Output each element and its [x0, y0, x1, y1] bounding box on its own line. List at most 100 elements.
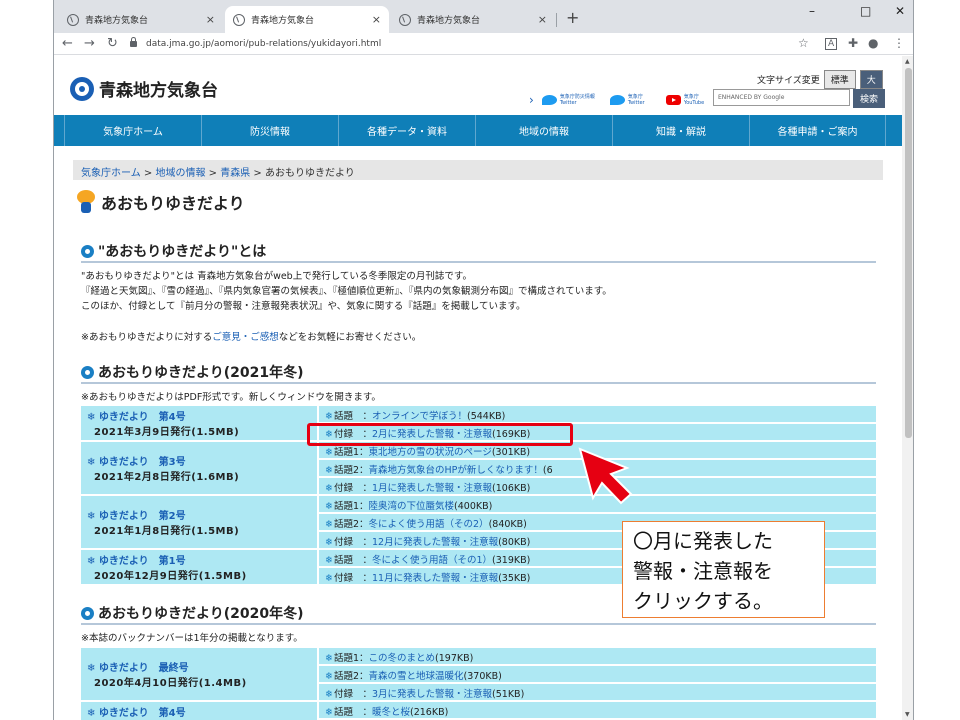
- item-label: 付録 ：: [333, 689, 372, 700]
- snowflake-icon: ❄: [325, 519, 333, 530]
- tab-title: 青森地方気象台: [251, 16, 315, 26]
- heading-text: "あおもりゆきだより"とは: [98, 244, 267, 260]
- issue-link[interactable]: ❄ ゆきだより 第1号: [87, 552, 311, 567]
- search-input[interactable]: ENHANCED BY Google: [713, 89, 850, 106]
- tab-title: 青森地方気象台: [417, 16, 481, 26]
- site-search: ENHANCED BY Google 検索: [713, 89, 886, 108]
- snowflake-icon: ❄: [325, 707, 333, 718]
- snowflake-icon: ❄: [325, 555, 333, 566]
- font-large-button[interactable]: 大: [859, 70, 883, 89]
- scroll-down-icon[interactable]: ▼: [905, 711, 910, 718]
- item-link[interactable]: 12月に発表した警報・注意報: [372, 537, 498, 548]
- twitter-bousai-link[interactable]: 気象庁防災情報 Twitter: [541, 94, 600, 106]
- close-window-button[interactable]: ✕: [895, 4, 905, 18]
- item-size: (216KB): [410, 707, 449, 718]
- mascot-icon: [75, 190, 97, 214]
- item-link[interactable]: 3月に発表した警報・注意報: [372, 689, 492, 700]
- nav-data[interactable]: 各種データ・資料: [338, 115, 475, 146]
- tab-3[interactable]: 青森地方気象台 ×: [391, 6, 555, 33]
- extension-icon[interactable]: A: [825, 38, 838, 50]
- item-label: 話題2：: [333, 465, 369, 476]
- breadcrumb-separator: >: [250, 168, 265, 179]
- issue-item: ❄話題2：青森の雪と地球温暖化(370KB): [319, 666, 876, 682]
- vertical-scrollbar[interactable]: ▲ ▼: [902, 56, 913, 720]
- breadcrumb-jma-home[interactable]: 気象庁ホーム: [81, 168, 141, 179]
- new-tab-button[interactable]: +: [566, 8, 579, 27]
- scrollbar-thumb[interactable]: [905, 68, 912, 438]
- issue-item: ❄話題 ：オンラインで学ぼう！(544KB): [319, 406, 876, 422]
- breadcrumb-aomori[interactable]: 青森県: [220, 168, 250, 179]
- profile-icon[interactable]: ●: [868, 36, 878, 50]
- nav-disaster-info[interactable]: 防災情報: [201, 115, 338, 146]
- item-size: (80KB): [498, 537, 531, 548]
- minimize-button[interactable]: –: [809, 4, 815, 18]
- nav-jma-home[interactable]: 気象庁ホーム: [64, 115, 201, 146]
- close-icon[interactable]: ×: [372, 13, 381, 26]
- item-label: 話題 ：: [333, 555, 372, 566]
- jma-logo-icon: [70, 76, 94, 101]
- item-link[interactable]: 青森の雪と地球温暖化: [369, 671, 464, 682]
- tab-1[interactable]: 青森地方気象台 ×: [59, 6, 223, 33]
- nav-knowledge[interactable]: 知識・解説: [612, 115, 749, 146]
- heading-underline: [81, 382, 876, 384]
- item-link[interactable]: 冬によく使う用語（その1）: [372, 555, 492, 566]
- tab-2[interactable]: 青森地方気象台 ×: [225, 6, 389, 33]
- youtube-link[interactable]: 気象庁 YouTube: [665, 94, 712, 106]
- issue-link[interactable]: ❄ ゆきだより 第4号: [87, 408, 311, 423]
- font-standard-button[interactable]: 標準: [823, 70, 856, 89]
- item-label: 付録 ：: [333, 537, 372, 548]
- close-icon[interactable]: ×: [538, 13, 547, 26]
- close-icon[interactable]: ×: [206, 13, 215, 26]
- item-size: (544KB): [467, 411, 506, 422]
- issue-link[interactable]: ❄ ゆきだより 第4号: [87, 704, 311, 719]
- item-link[interactable]: 青森地方気象台のHPが新しくなります！: [369, 465, 543, 476]
- menu-icon[interactable]: ⋮: [893, 36, 905, 50]
- forward-button[interactable]: →: [84, 36, 95, 51]
- item-link[interactable]: 暖冬と桜: [372, 707, 410, 718]
- nav-applications[interactable]: 各種申請・ご案内: [749, 115, 886, 146]
- item-link[interactable]: 1月に発表した警報・注意報: [372, 483, 492, 494]
- issue-date: 2021年2月8日発行(1.6MB): [94, 472, 240, 483]
- bullet-icon: [81, 244, 94, 258]
- reload-button[interactable]: ↻: [107, 36, 118, 51]
- item-link[interactable]: 東北地方の雪の状況のページ: [369, 447, 492, 458]
- issue-link[interactable]: ❄ ゆきだより 最終号: [87, 659, 311, 674]
- snowflake-icon: ❄: [87, 511, 99, 522]
- browser-toolbar: ← → ↻ data.jma.go.jp/aomori/pub-relation…: [54, 33, 913, 55]
- pointer-arrow-icon: [578, 447, 633, 505]
- issue-link[interactable]: ❄ ゆきだより 第2号: [87, 507, 311, 522]
- scroll-up-icon[interactable]: ▲: [905, 58, 910, 65]
- issue-item: ❄付録 ：3月に発表した警報・注意報(51KB): [319, 684, 876, 700]
- item-link[interactable]: オンラインで学ぼう！: [372, 411, 467, 422]
- font-size-label: 文字サイズ変更: [757, 76, 820, 86]
- nav-regional-info[interactable]: 地域の情報: [475, 115, 612, 146]
- item-link[interactable]: この冬のまとめ: [369, 653, 436, 664]
- breadcrumb: 気象庁ホーム > 地域の情報 > 青森県 > あおもりゆきだより: [73, 160, 883, 180]
- item-label: 話題2：: [333, 671, 369, 682]
- item-label: 話題2：: [333, 519, 369, 530]
- puzzle-icon[interactable]: ✚: [848, 36, 858, 50]
- item-link[interactable]: 11月に発表した警報・注意報: [372, 573, 498, 584]
- snowflake-icon: ❄: [325, 447, 333, 458]
- site-logo[interactable]: 青森地方気象台: [70, 76, 218, 101]
- address-bar[interactable]: data.jma.go.jp/aomori/pub-relations/yuki…: [130, 35, 817, 53]
- snowflake-icon: ❄: [325, 501, 333, 512]
- snowflake-icon: ❄: [87, 663, 99, 674]
- bookmark-star-icon[interactable]: ☆: [798, 36, 809, 50]
- twitter-jma-link[interactable]: 気象庁 Twitter: [609, 94, 656, 106]
- lock-icon: [130, 37, 137, 47]
- issue-group: ❄ ゆきだより 第4号 ❄話題 ：暖冬と桜(216KB): [81, 702, 876, 720]
- item-link[interactable]: 冬によく使う用語（その2）: [369, 519, 489, 530]
- highlight-box: [307, 423, 573, 446]
- url-text: data.jma.go.jp/aomori/pub-relations/yuki…: [146, 39, 382, 49]
- breadcrumb-regional[interactable]: 地域の情報: [155, 168, 205, 179]
- search-button[interactable]: 検索: [853, 89, 886, 108]
- issue-link[interactable]: ❄ ゆきだより 第3号: [87, 453, 311, 468]
- item-label: 話題1：: [333, 447, 369, 458]
- tab-separator: [556, 13, 557, 27]
- maximize-button[interactable]: □: [860, 4, 871, 18]
- back-button[interactable]: ←: [62, 36, 73, 51]
- feedback-link[interactable]: ご意見・ご感想: [212, 332, 279, 343]
- item-link[interactable]: 陸奥湾の下位蜃気楼: [369, 501, 455, 512]
- heading-underline: [81, 623, 876, 625]
